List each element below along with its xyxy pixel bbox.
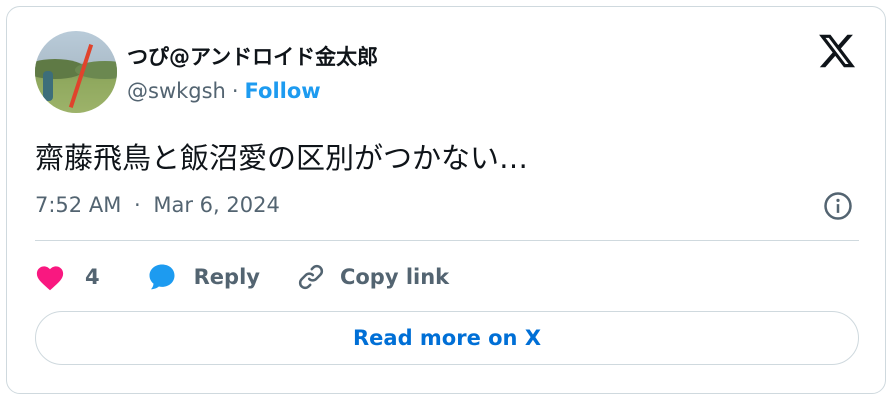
speech-bubble-icon <box>149 264 175 290</box>
follow-button[interactable]: Follow <box>245 79 321 103</box>
reply-label: Reply <box>193 265 260 289</box>
tweet-time[interactable]: 7:52 AM <box>35 193 121 217</box>
like-button[interactable]: 4 <box>35 263 146 291</box>
separator-dot: · <box>231 79 239 103</box>
author-display-name[interactable]: つぴ@アンドロイド金太郎 <box>127 41 378 71</box>
author-handle[interactable]: @swkgsh <box>127 79 226 103</box>
divider <box>35 240 859 241</box>
action-bar: 4 Reply Copy link <box>35 259 449 295</box>
heart-icon <box>36 266 64 291</box>
info-icon[interactable] <box>823 191 853 221</box>
tweet-card: つぴ@アンドロイド金太郎 @swkgsh · Follow 齋藤飛鳥と飯沼愛の区… <box>6 6 886 394</box>
author-handle-row: @swkgsh · Follow <box>127 79 321 103</box>
x-logo-icon[interactable] <box>817 31 857 71</box>
copy-link-label: Copy link <box>339 265 450 289</box>
link-icon <box>298 264 324 290</box>
tweet-date[interactable]: Mar 6, 2024 <box>153 193 279 217</box>
like-count: 4 <box>85 265 100 289</box>
meta-separator: · <box>134 193 141 217</box>
tweet-meta[interactable]: 7:52 AM · Mar 6, 2024 <box>35 193 280 217</box>
copy-link-button[interactable]: Copy link <box>296 262 449 292</box>
read-more-button[interactable]: Read more on X <box>35 311 859 365</box>
tweet-text: 齋藤飛鳥と飯沼愛の区別がつかない… <box>35 141 529 175</box>
avatar[interactable] <box>35 31 117 113</box>
reply-button[interactable]: Reply <box>146 262 296 292</box>
